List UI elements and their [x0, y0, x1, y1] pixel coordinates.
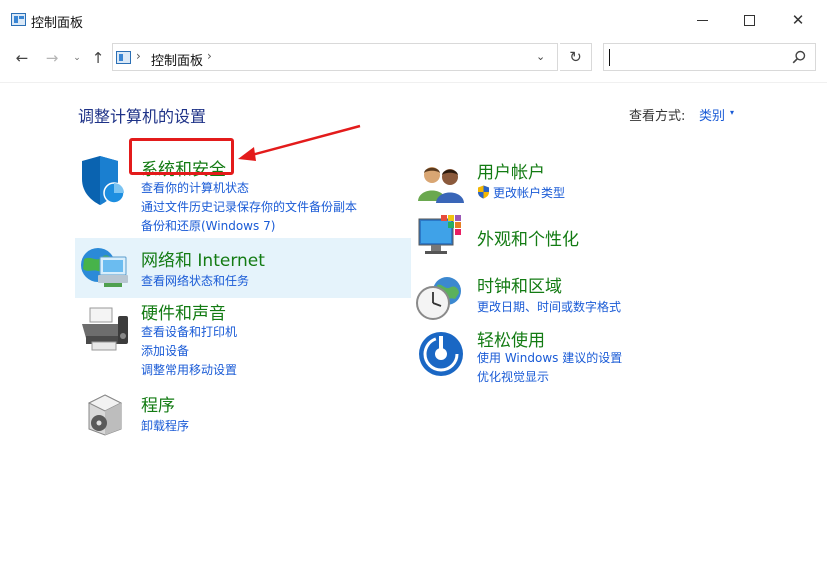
control-panel-window: 控制面板 ✕ ← → ⌄ ↑ › 控制面板 › ⌄ ↻ 调整计算机的设置 查看方… [0, 0, 827, 581]
link-uninstall-program[interactable]: 卸载程序 [141, 417, 189, 434]
category-title-appearance[interactable]: 外观和个性化 [477, 225, 579, 250]
uac-shield-icon [478, 185, 489, 199]
breadcrumb-separator-icon[interactable]: › [207, 49, 212, 63]
link-change-account-type[interactable]: 更改帐户类型 [477, 184, 565, 201]
maximize-button[interactable] [726, 0, 772, 40]
category-title-clock-region[interactable]: 时钟和区域 [477, 272, 562, 297]
link-mobility-settings[interactable]: 调整常用移动设置 [141, 361, 237, 378]
annotation-arrow-icon [238, 124, 361, 161]
up-button[interactable]: ↑ [88, 48, 108, 68]
control-panel-icon [116, 51, 131, 64]
refresh-icon: ↻ [569, 48, 582, 66]
forward-arrow-icon: → [45, 49, 59, 67]
link-devices-printers[interactable]: 查看设备和打印机 [141, 323, 237, 340]
text-cursor [609, 49, 610, 66]
recent-locations-button[interactable]: ⌄ [70, 48, 84, 68]
view-by-label: 查看方式: [629, 109, 686, 124]
search-input[interactable] [603, 43, 816, 71]
close-icon: ✕ [791, 11, 805, 29]
programs-icon[interactable] [85, 391, 125, 437]
close-button[interactable]: ✕ [775, 0, 821, 40]
chevron-down-icon: ⌄ [73, 53, 81, 63]
link-change-date-time-format[interactable]: 更改日期、时间或数字格式 [477, 298, 621, 315]
appearance-monitor-icon[interactable] [417, 213, 465, 261]
address-bar[interactable]: › 控制面板 › ⌄ [112, 43, 558, 71]
minimize-icon [696, 19, 708, 21]
minimize-button[interactable] [679, 0, 725, 40]
back-button[interactable]: ← [12, 48, 32, 68]
control-panel-icon [11, 13, 26, 26]
up-arrow-icon: ↑ [91, 49, 105, 67]
link-optimize-display[interactable]: 优化视觉显示 [477, 368, 549, 385]
category-title-user-accounts[interactable]: 用户帐户 [477, 158, 545, 183]
view-by-caret-icon[interactable]: ▾ [730, 108, 734, 117]
security-shield-icon[interactable] [78, 155, 126, 207]
category-title-network-internet[interactable]: 网络和 Internet [141, 246, 265, 271]
user-accounts-icon[interactable] [417, 163, 465, 203]
refresh-button[interactable]: ↻ [560, 43, 592, 71]
annotation-highlight-box [129, 138, 234, 175]
printer-speaker-icon[interactable] [80, 306, 130, 354]
address-dropdown-icon[interactable]: ⌄ [536, 50, 545, 63]
back-arrow-icon: ← [15, 49, 29, 67]
link-file-history-backup[interactable]: 通过文件历史记录保存你的文件备份副本 [141, 198, 357, 215]
link-backup-restore[interactable]: 备份和还原(Windows 7) [141, 217, 275, 234]
clock-region-icon[interactable] [415, 275, 465, 321]
forward-button[interactable]: → [42, 48, 62, 68]
link-recommended-settings[interactable]: 使用 Windows 建议的设置 [477, 349, 622, 366]
window-title: 控制面板 [31, 16, 84, 31]
link-add-device[interactable]: 添加设备 [141, 342, 189, 359]
content-area: 调整计算机的设置 查看方式: 类别 ▾ 系统和安全 查看你的计算机状态 通过文件… [0, 82, 827, 581]
maximize-icon [743, 14, 755, 26]
breadcrumb-control-panel[interactable]: 控制面板 [151, 50, 203, 69]
title-bar: 控制面板 ✕ [0, 0, 827, 40]
link-view-computer-status[interactable]: 查看你的计算机状态 [141, 179, 249, 196]
search-icon[interactable] [792, 50, 806, 64]
category-title-programs[interactable]: 程序 [141, 391, 175, 416]
link-network-status[interactable]: 查看网络状态和任务 [141, 272, 249, 289]
view-by-dropdown[interactable]: 类别 [699, 105, 725, 124]
network-globe-icon[interactable] [78, 243, 130, 293]
breadcrumb-separator-icon[interactable]: › [136, 49, 141, 63]
link-label[interactable]: 更改帐户类型 [493, 186, 565, 200]
page-title: 调整计算机的设置 [78, 107, 207, 126]
category-title-hardware-sound[interactable]: 硬件和声音 [141, 299, 226, 324]
category-title-ease-of-access[interactable]: 轻松使用 [477, 326, 545, 351]
ease-of-access-icon[interactable] [417, 330, 465, 378]
